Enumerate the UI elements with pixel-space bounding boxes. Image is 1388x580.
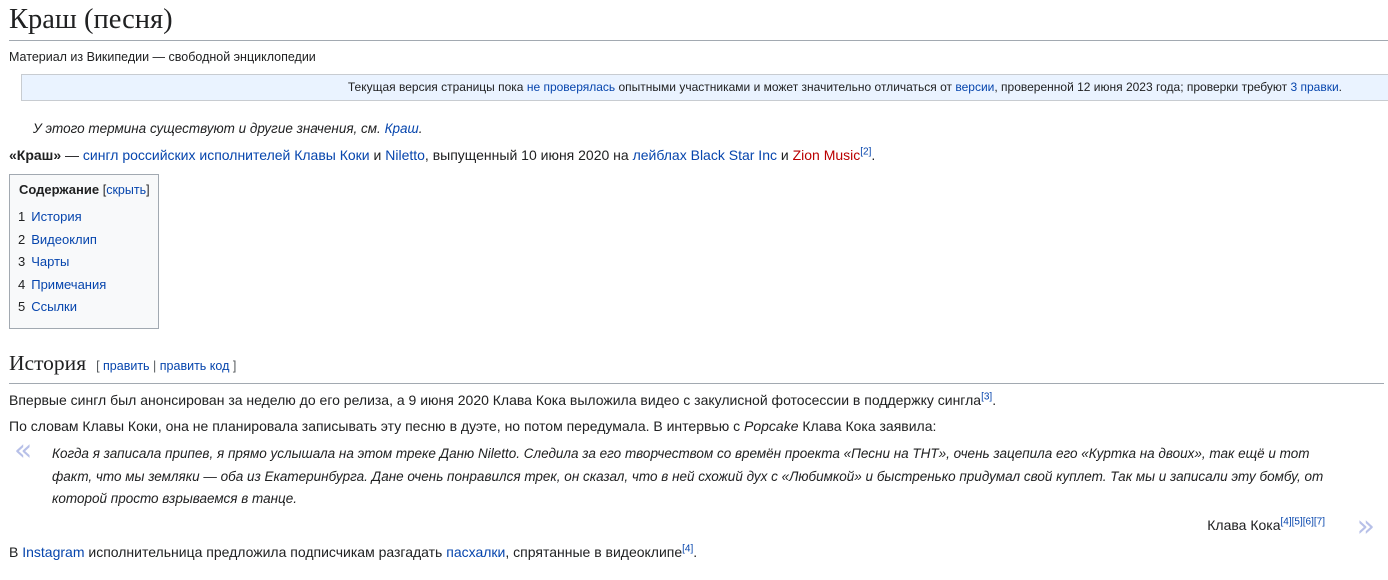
page-title: Краш (песня) xyxy=(9,0,1388,41)
toc-header: Содержание [скрыть] xyxy=(19,182,158,197)
lead-link-labels[interactable]: лейблах xyxy=(633,147,687,163)
hatnote-text: У этого термина существуют и другие знач… xyxy=(33,121,385,136)
paragraph-instagram: В Instagram исполнительница предложила п… xyxy=(9,544,1388,560)
notice-text-2: опытными участниками и может значительно… xyxy=(615,80,956,94)
article: Краш (песня) Материал из Википедии — сво… xyxy=(0,0,1388,560)
section-title: История xyxy=(9,350,87,375)
toc-toggle: [скрыть] xyxy=(103,183,150,197)
hatnote-link[interactable]: Краш xyxy=(385,121,419,136)
lead-text: , выпущенный 10 июня 2020 на xyxy=(424,147,633,163)
edit-bracket: ] xyxy=(229,358,237,373)
quote-author-name: Клава Кока xyxy=(1207,517,1281,534)
section-heading-history: История [ править | править код ] xyxy=(9,349,1384,384)
paragraph-text: Впервые сингл был анонсирован за неделю … xyxy=(9,391,982,408)
toc-link[interactable]: Примечания xyxy=(31,277,106,292)
toc-number: 4 xyxy=(18,276,26,292)
close-quote-icon: » xyxy=(1356,509,1375,545)
notice-text-3: , проверенной 12 июня 2023 года; проверк… xyxy=(994,80,1291,94)
notice-link-edits[interactable]: 3 правки xyxy=(1290,80,1338,94)
ref-3[interactable]: [3] xyxy=(981,391,992,402)
paragraph-text: Клава Кока заявила: xyxy=(798,417,937,434)
popcake-italic: Popcake xyxy=(744,417,799,434)
site-subtitle: Материал из Википедии — свободной энцикл… xyxy=(9,50,316,64)
ref-4-second[interactable]: [4] xyxy=(682,543,693,554)
lead-text: — xyxy=(61,147,83,163)
toc-link[interactable]: Ссылки xyxy=(31,299,77,314)
lead-bold-title: «Краш» xyxy=(9,147,62,163)
table-of-contents: Содержание [скрыть] 1 История 2 Видеоклип … xyxy=(9,174,159,329)
lead-link-zion-music[interactable]: Zion Music xyxy=(793,147,861,163)
lead-link-black-star[interactable]: Black Star Inc xyxy=(691,147,777,163)
hatnote: У этого термина существуют и другие знач… xyxy=(33,121,1388,136)
ref-5[interactable]: [5] xyxy=(1292,516,1303,527)
toc-hide-link[interactable]: скрыть xyxy=(106,183,146,197)
notice-text-1: Текущая версия страницы пока xyxy=(347,80,527,94)
notice-text-4: . xyxy=(1338,80,1342,94)
quote-text: Когда я записала припев, я прямо услышал… xyxy=(52,445,1324,507)
open-quote-icon: « xyxy=(14,432,33,468)
toc-item-notes[interactable]: 4 Примечания xyxy=(18,275,158,298)
hatnote-end: . xyxy=(418,121,423,136)
paragraph-text: . xyxy=(992,391,997,408)
paragraph-text: , спрятанные в видеоклипе xyxy=(505,544,683,561)
toc-bracket: ] xyxy=(146,183,150,197)
lead-text: и xyxy=(776,147,793,163)
lead-text: . xyxy=(871,147,876,163)
lead-link-single[interactable]: сингл xyxy=(83,147,119,163)
ref-6[interactable]: [6] xyxy=(1303,516,1314,527)
link-instagram[interactable]: Instagram xyxy=(22,544,84,560)
lead-link-niletto[interactable]: Niletto xyxy=(385,147,425,163)
toc-number: 5 xyxy=(18,299,26,315)
lead-link-russian[interactable]: российских xyxy=(122,147,195,163)
toc-link[interactable]: История xyxy=(31,209,81,224)
lead-ref[interactable]: [2] xyxy=(860,146,871,157)
review-notice: Текущая версия страницы пока не проверял… xyxy=(21,74,1388,101)
edit-bracket: [ xyxy=(96,358,104,373)
toc-number: 1 xyxy=(18,209,26,224)
notice-link-version[interactable]: версии xyxy=(955,80,994,94)
toc-item-charts[interactable]: 3 Чарты xyxy=(18,252,158,275)
paragraph-text: исполнительница предложила подписчикам р… xyxy=(84,544,447,561)
toc-list: 1 История 2 Видеоклип 3 Чарты 4 Примечания 5… xyxy=(18,207,158,320)
toc-item-videoclip[interactable]: 2 Видеоклип xyxy=(18,230,158,253)
lead-link-performers[interactable]: исполнителей xyxy=(199,147,290,163)
notice-link-unreviewed[interactable]: не проверялась xyxy=(527,80,615,94)
lead-link-klava-koka[interactable]: Клавы Коки xyxy=(294,147,369,163)
ref-7[interactable]: [7] xyxy=(1314,516,1325,527)
edit-separator: | xyxy=(149,358,160,373)
quote-author: Клава Кока[4][5][6][7] » xyxy=(52,509,1375,544)
paragraph-announcement: Впервые сингл был анонсирован за неделю … xyxy=(9,392,1388,408)
paragraph-interview: По словам Клавы Коки, она не планировала… xyxy=(9,418,1388,434)
blockquote: « Когда я записала припев, я прямо услыш… xyxy=(9,433,1388,544)
paragraph-text: В xyxy=(9,544,23,561)
lead-paragraph: «Краш» — сингл российских исполнителей К… xyxy=(9,147,1388,163)
link-easter-eggs[interactable]: пасхалки xyxy=(446,544,505,560)
toc-link[interactable]: Чарты xyxy=(31,254,69,269)
ref-4[interactable]: [4] xyxy=(1281,516,1292,527)
paragraph-text: . xyxy=(693,544,698,561)
toc-link[interactable]: Видеоклип xyxy=(31,232,97,247)
toc-item-links[interactable]: 5 Ссылки xyxy=(18,297,158,320)
toc-number: 2 xyxy=(18,231,26,247)
edit-link[interactable]: править xyxy=(103,359,150,373)
edit-code-link[interactable]: править код xyxy=(160,359,230,373)
toc-title: Содержание xyxy=(19,182,100,197)
paragraph-text: По словам Клавы Коки, она не планировала… xyxy=(9,417,744,434)
toc-item-history[interactable]: 1 История xyxy=(18,207,158,230)
lead-text: и xyxy=(369,147,386,163)
edit-section-links: [ править | править код ] xyxy=(96,359,236,373)
toc-number: 3 xyxy=(18,254,26,270)
